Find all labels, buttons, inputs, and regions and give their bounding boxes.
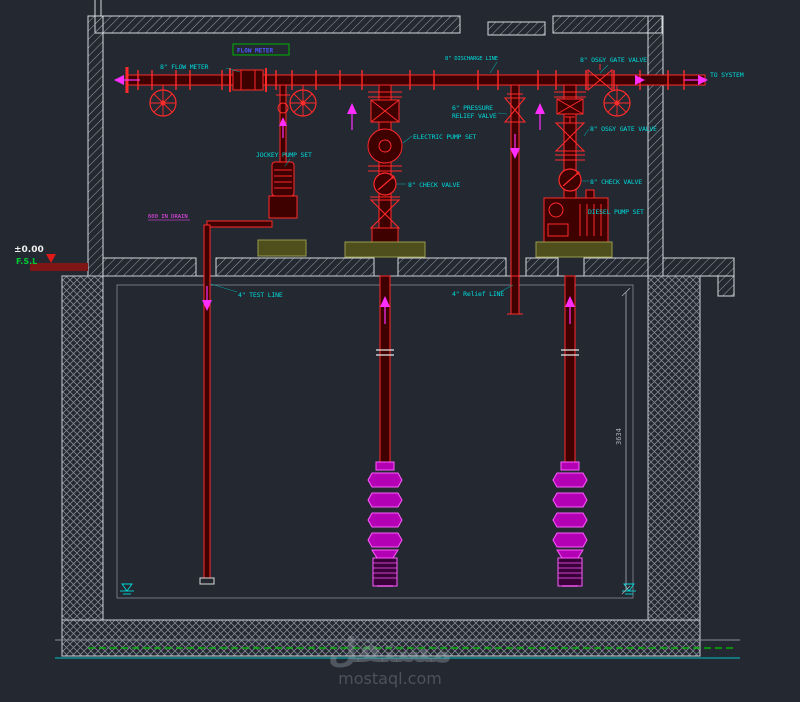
butterfly-valve-handwheel bbox=[289, 89, 317, 117]
floor-slab-lip bbox=[717, 275, 735, 297]
electric-discharge-head bbox=[371, 227, 399, 243]
floor-slab-segment bbox=[583, 257, 649, 277]
electric-pump-set bbox=[344, 84, 426, 587]
depth-dimension bbox=[621, 287, 631, 595]
header-pipe bbox=[127, 74, 706, 86]
test-line-pipe bbox=[203, 224, 211, 579]
tank-wall-left bbox=[61, 275, 104, 621]
label-check-valve-diesel: 8" CHECK VALVE bbox=[590, 178, 642, 186]
diesel-pump-set bbox=[535, 84, 613, 587]
jockey-pump-body bbox=[268, 195, 298, 219]
grade-strip bbox=[30, 263, 88, 271]
flow-arrows bbox=[114, 75, 708, 324]
butterfly-valve-handwheel bbox=[149, 89, 177, 117]
label-depth-dimension: 3634 bbox=[615, 428, 623, 445]
fsl-marker-triangle bbox=[46, 254, 56, 263]
diesel-engine bbox=[543, 189, 609, 243]
ceiling-beam bbox=[487, 21, 546, 36]
relief-tail-pipe bbox=[510, 275, 520, 315]
floor-slab-segment bbox=[397, 257, 507, 277]
label-flow-meter: 8" FLOW METER bbox=[160, 63, 209, 71]
floor-slab-segment bbox=[102, 257, 197, 277]
jockey-motor bbox=[271, 161, 295, 197]
flow-meter bbox=[229, 68, 267, 92]
label-to-system: TO SYSTEM bbox=[710, 71, 744, 79]
cad-drawing-canvas: FLOW METER 8" FLOW METER 8" DISCHARGE LI… bbox=[0, 0, 800, 702]
watermark-url: mostaql.com bbox=[338, 669, 442, 688]
diesel-turbine-bowls bbox=[552, 461, 588, 587]
electric-turbine-bowls bbox=[367, 461, 403, 587]
diesel-base-plate bbox=[535, 241, 613, 258]
water-level-symbol bbox=[622, 583, 636, 595]
floor-slab-right-extension bbox=[662, 257, 735, 277]
jockey-pump-set bbox=[206, 84, 307, 257]
flow-meter-tag-label: FLOW METER bbox=[237, 48, 274, 55]
label-drain-line: 600 IN DRAIN bbox=[148, 214, 188, 220]
label-pressure-relief-2: RELIEF VALVE bbox=[452, 112, 497, 120]
label-electric-pump-set: ELECTRIC PUMP SET bbox=[413, 133, 476, 141]
test-line-foot bbox=[199, 577, 215, 585]
electric-volute bbox=[367, 128, 403, 164]
test-line bbox=[199, 224, 215, 585]
water-level-symbol bbox=[120, 583, 134, 595]
electric-check-valve bbox=[373, 172, 397, 196]
tank-wall-right bbox=[647, 275, 701, 621]
label-jockey-pump-set: JOCKEY PUMP SET bbox=[256, 151, 312, 159]
label-fsl: F.S.L bbox=[16, 257, 37, 266]
label-relief-line: 4" Relief LINE bbox=[452, 290, 504, 298]
jockey-suction-pipe bbox=[206, 220, 273, 228]
floor-slab-segment bbox=[525, 257, 559, 277]
label-test-line: 4" TEST LINE bbox=[238, 291, 283, 299]
watermark-arabic: مستقل bbox=[328, 631, 452, 671]
discharge-header bbox=[125, 64, 706, 117]
label-pressure-relief-1: 6" PRESSURE bbox=[452, 104, 493, 112]
electric-base-plate bbox=[344, 241, 426, 258]
pump-room-section-drawing: FLOW METER 8" FLOW METER 8" DISCHARGE LI… bbox=[14, 0, 744, 688]
floor-slab-segment bbox=[215, 257, 375, 277]
label-osy-gate-valve-top: 8" OS&Y GATE VALVE bbox=[580, 56, 647, 64]
ceiling-slab-right bbox=[552, 15, 663, 34]
ceiling-slab-left bbox=[94, 15, 461, 34]
label-diesel-pump-set: DIESEL PUMP SET bbox=[588, 208, 644, 216]
label-check-valve-electric: 8" CHECK VALVE bbox=[408, 181, 460, 189]
label-discharge-line: 8" DISCHARGE LINE bbox=[445, 56, 498, 62]
label-osy-gate-valve-diesel: 8" OS&Y GATE VALVE bbox=[590, 125, 657, 133]
diesel-check-valve bbox=[558, 168, 582, 192]
jockey-base-plate bbox=[257, 239, 307, 257]
left-wall bbox=[87, 15, 104, 277]
right-wall bbox=[647, 15, 664, 277]
pressure-relief-line bbox=[503, 84, 527, 315]
butterfly-valve-handwheel bbox=[603, 89, 631, 117]
watermark: مستقل mostaql.com bbox=[328, 631, 452, 688]
label-ground-level: ±0.00 bbox=[14, 245, 44, 255]
